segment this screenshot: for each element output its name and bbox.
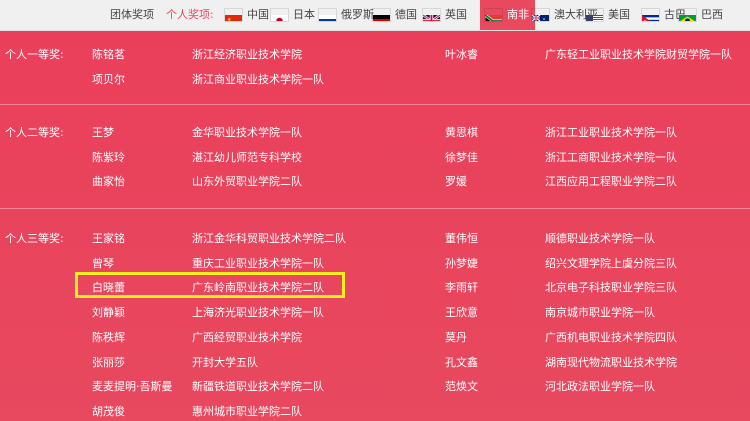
winner-school[interactable]: 湛江幼儿师范专科学校 [192,149,302,165]
top-nav-bar: 团体奖项 个人奖项: ★ 中国 日本 俄罗斯 德国 英国 南非 澳大利亚 美国 … [0,0,750,31]
country-tab-5[interactable]: 南非 [480,0,535,30]
australia-flag-icon [531,8,550,22]
winner-name[interactable]: 王欣意 [445,304,478,320]
winner-name[interactable]: 麦麦提明·吾斯曼 [92,378,173,394]
winner-name[interactable]: 张丽莎 [92,354,125,370]
south-africa-flag-icon [484,8,503,22]
winner-school[interactable]: 南京城市职业学院一队 [545,304,655,320]
winner-name[interactable]: 范焕文 [445,378,478,394]
winner-name[interactable]: 项贝尔 [92,71,125,87]
winner-school[interactable]: 浙江商业职业技术学院一队 [192,71,324,87]
svg-text:★: ★ [643,19,647,23]
brazil-flag-icon [678,8,697,22]
winner-name[interactable]: 曾琴 [92,255,114,271]
winner-name[interactable]: 刘静颖 [92,304,125,320]
winner-name[interactable]: 罗媛 [445,173,467,189]
winner-name[interactable]: 曲家怡 [92,173,125,189]
award-level-title: 个人三等奖: [5,232,64,245]
award-level-title: 个人二等奖: [5,126,64,139]
winner-name[interactable]: 陈铭茗 [92,46,125,62]
winner-school[interactable]: 广东轻工业职业技术学院财贸学院一队 [545,46,732,62]
china-flag-icon: ★ [224,8,243,22]
germany-flag-icon [372,8,391,22]
winner-school[interactable]: 北京电子科技职业学院三队 [545,279,677,295]
highlight-box [75,272,345,298]
section-divider [0,208,750,209]
svg-text:★: ★ [227,17,232,22]
country-tab-3[interactable]: 德国 [372,0,417,30]
winner-school[interactable]: 金华职业技术学院一队 [192,124,302,140]
winner-name[interactable]: 董伟恒 [445,230,478,246]
country-tab-1[interactable]: 日本 [270,0,315,30]
winner-school[interactable]: 广西经贸职业技术学院 [192,329,302,345]
country-label: 俄罗斯 [341,8,374,21]
country-tab-4[interactable]: 英国 [422,0,467,30]
country-tab-2[interactable]: 俄罗斯 [318,0,374,30]
usa-flag-icon [585,8,604,22]
winner-school[interactable]: 江西应用工程职业学院二队 [545,173,677,189]
country-tab-9[interactable]: 巴西 [678,0,723,30]
country-label: 日本 [293,8,315,21]
winner-school[interactable]: 浙江工业职业技术学院一队 [545,124,677,140]
winner-school[interactable]: 河北政法职业学院一队 [545,378,655,394]
country-label: 德国 [395,8,417,21]
country-label: 美国 [608,8,630,21]
winner-name[interactable]: 叶冰睿 [445,46,478,62]
winner-school[interactable]: 浙江工商职业技术学院一队 [545,149,677,165]
winner-school[interactable]: 广西机电职业技术学院四队 [545,329,677,345]
country-tab-7[interactable]: 美国 [585,0,630,30]
awards-panel: 个人一等奖: 陈铭茗 浙江经济职业技术学院项贝尔 浙江商业职业技术学院一队 叶冰睿 广东轻… [0,31,750,421]
russia-flag-icon [318,8,337,22]
winner-name[interactable]: 孙梦婕 [445,255,478,271]
individual-awards-label[interactable]: 个人奖项: [166,0,214,30]
country-label: 中国 [247,8,269,21]
winner-name[interactable]: 李雨轩 [445,279,478,295]
winner-name[interactable]: 孔文鑫 [445,354,478,370]
section-divider [0,104,750,105]
winner-name[interactable]: 莫丹 [445,329,467,345]
winner-school[interactable]: 上海济光职业技术学院一队 [192,304,324,320]
country-tab-0[interactable]: ★ 中国 [224,0,269,30]
cuba-flag-icon: ★ [641,8,660,22]
winner-school[interactable]: 开封大学五队 [192,354,258,370]
japan-flag-icon [270,8,289,22]
winner-school[interactable]: 顺德职业技术学院一队 [545,230,655,246]
winner-school[interactable]: 浙江经济职业技术学院 [192,46,302,62]
winner-school[interactable]: 浙江金华科贸职业技术学院二队 [192,230,346,246]
winner-school[interactable]: 山东外贸职业学院二队 [192,173,302,189]
team-awards-link[interactable]: 团体奖项 [110,0,154,30]
winner-name[interactable]: 陈紫玲 [92,149,125,165]
winner-name[interactable]: 王家铭 [92,230,125,246]
winner-name[interactable]: 王梦 [92,124,114,140]
country-label: 南非 [507,8,529,21]
winner-school[interactable]: 绍兴文理学院上虞分院三队 [545,255,677,271]
winner-school[interactable]: 新疆铁道职业技术学院二队 [192,378,324,394]
winner-school[interactable]: 惠州城市职业学院二队 [192,403,302,419]
winner-school[interactable]: 湖南现代物流职业技术学院 [545,354,677,370]
winner-name[interactable]: 黄思棋 [445,124,478,140]
winner-school[interactable]: 重庆工业职业技术学院一队 [192,255,324,271]
winner-name[interactable]: 徐梦佳 [445,149,478,165]
country-label: 巴西 [701,8,723,21]
award-level-title: 个人一等奖: [5,48,64,61]
country-label: 英国 [445,8,467,21]
winner-name[interactable]: 胡茂俊 [92,403,125,419]
uk-flag-icon [422,8,441,22]
winner-name[interactable]: 陈秩辉 [92,329,125,345]
